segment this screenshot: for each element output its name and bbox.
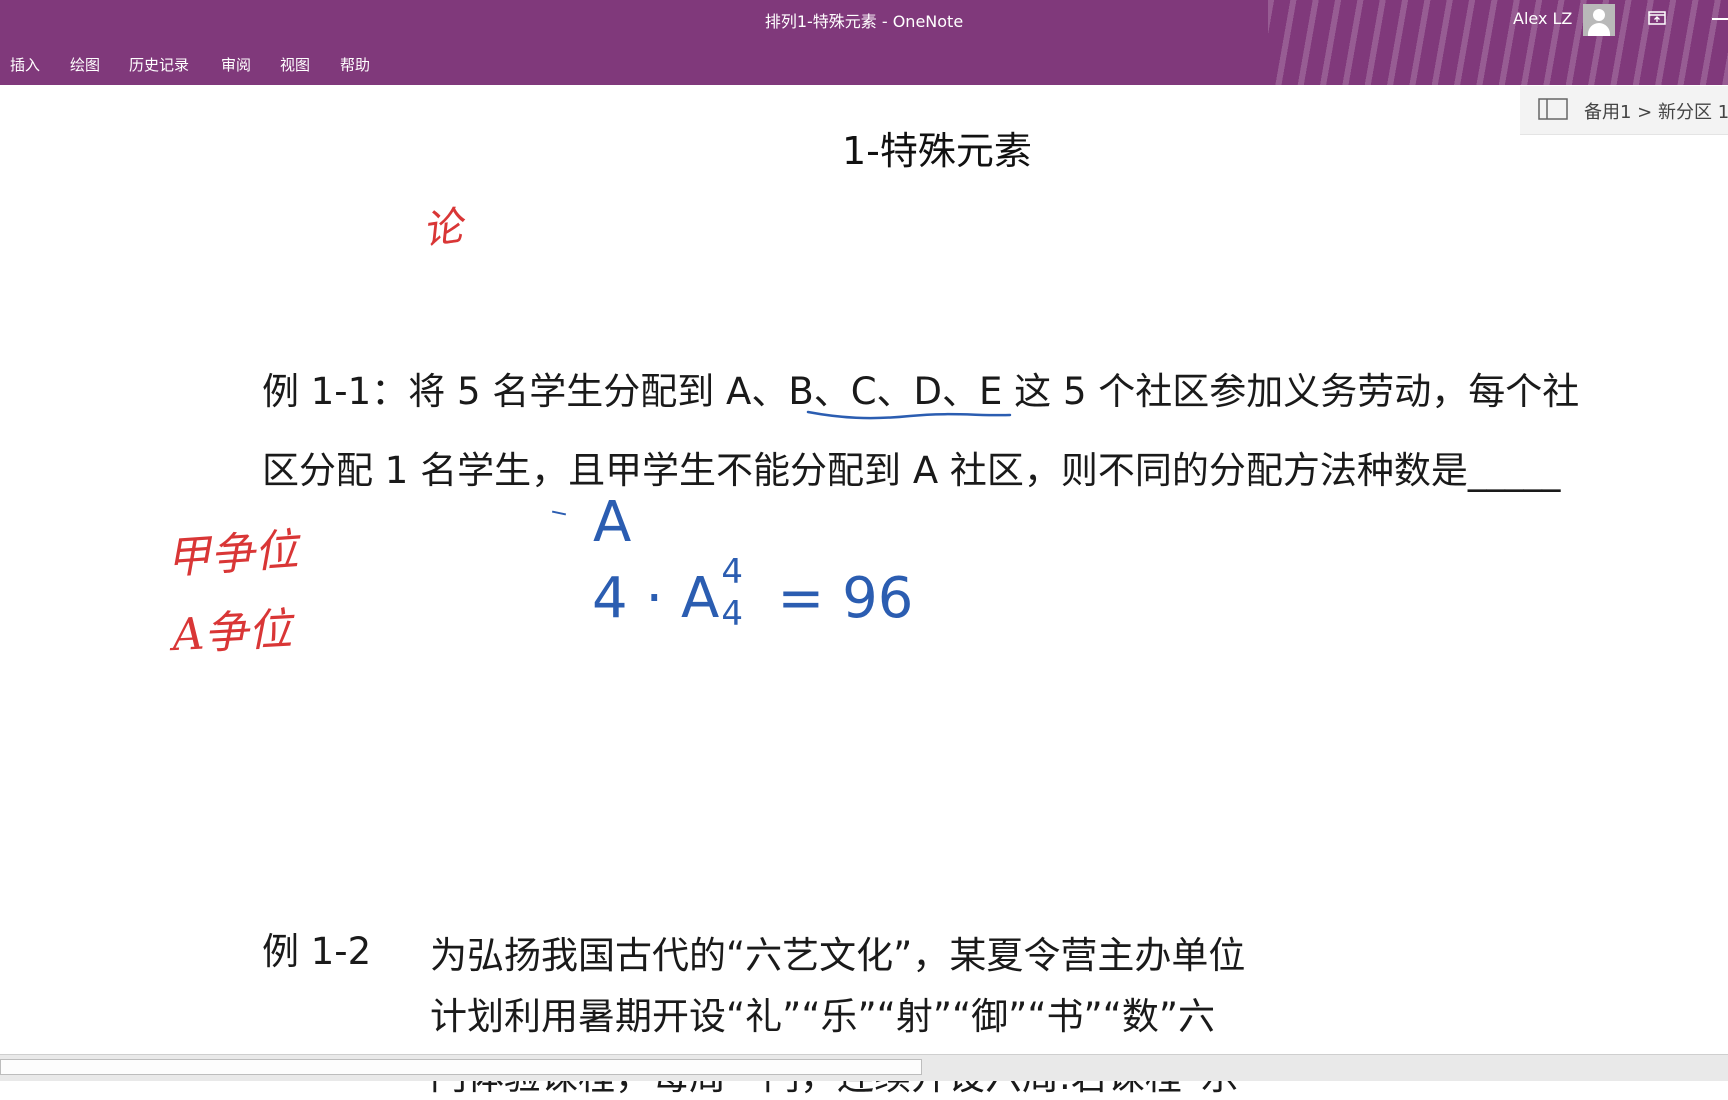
menu-view[interactable]: 视图 <box>280 54 310 75</box>
menu-insert[interactable]: 插入 <box>10 54 40 75</box>
user-name[interactable]: Alex LZ <box>1513 9 1572 28</box>
menu-history[interactable]: 历史记录 <box>129 54 189 75</box>
notebook-icon <box>1538 98 1568 120</box>
handwriting-formula: 4 · A 4 4 = 96 <box>592 552 914 634</box>
problem-2-line-2[interactable]: 计划利用暑期开设“礼”“乐”“射”“御”“书”“数”六 <box>430 986 1215 1040</box>
ribbon-display-options-icon[interactable] <box>1648 11 1666 25</box>
formula-left: 4 · A <box>592 566 720 631</box>
ink-dash <box>551 510 567 516</box>
handwriting-blue-A: A <box>593 490 632 555</box>
breadcrumb-path[interactable]: 备用1 > 新分区 1 <box>1584 98 1728 124</box>
title-bar: 排列1-特殊元素 - OneNote Alex LZ 插入 绘图 历史记录 审阅… <box>0 0 1728 85</box>
formula-subscript: 4 <box>721 594 743 634</box>
minimize-icon[interactable] <box>1712 18 1728 20</box>
problem-2-label[interactable]: 例 1-2 <box>262 921 371 975</box>
formula-superscript: 4 <box>721 552 743 592</box>
ink-underline <box>806 410 1012 420</box>
problem-1-label: 例 1-1 <box>262 370 372 413</box>
handwriting-red-note-2: A争位 <box>170 603 294 662</box>
window-title: 排列1-特殊元素 - OneNote <box>764 12 964 31</box>
formula-result: = 96 <box>777 566 914 631</box>
handwriting-note-top: 论 <box>419 203 466 255</box>
handwriting-red-note-1: 甲争位 <box>164 524 300 585</box>
horizontal-scrollbar[interactable] <box>0 1054 1728 1081</box>
problem-1-line-2[interactable]: 区分配 1 名学生，且甲学生不能分配到 A 社区，则不同的分配方法种数是____… <box>262 440 1560 494</box>
page-title[interactable]: 1-特殊元素 <box>842 120 1032 175</box>
avatar[interactable] <box>1583 4 1615 36</box>
notebook-breadcrumb[interactable]: 备用1 > 新分区 1 <box>1520 86 1728 135</box>
menu-review[interactable]: 审阅 <box>221 54 251 75</box>
avatar-head-shape <box>1593 9 1605 21</box>
scrollbar-thumb[interactable] <box>0 1059 922 1075</box>
problem-2-line-1[interactable]: 为弘扬我国古代的“六艺文化”，某夏令营主办单位 <box>430 925 1245 979</box>
formula-scripts: 44 <box>719 552 749 634</box>
avatar-body-shape <box>1588 23 1610 36</box>
menu-help[interactable]: 帮助 <box>340 54 370 75</box>
menu-draw[interactable]: 绘图 <box>70 54 100 75</box>
